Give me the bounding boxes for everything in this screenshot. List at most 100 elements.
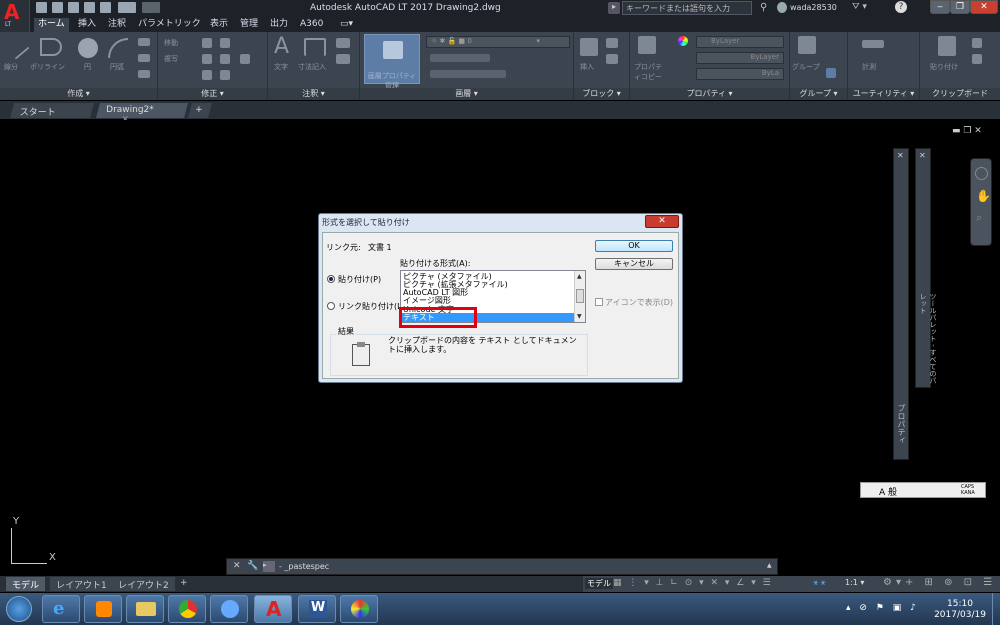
minimize-button[interactable]: ‒ (930, 0, 950, 14)
tab-a360[interactable]: A360 (296, 18, 327, 32)
tab-output[interactable]: 出力 (266, 18, 292, 32)
draw-more-icon[interactable] (138, 70, 150, 78)
user-name[interactable]: wada28530 (790, 3, 837, 12)
match-properties-icon[interactable] (638, 36, 656, 54)
palette-close-icon[interactable]: ✕ (897, 151, 904, 160)
tool-palette[interactable]: ✕ ツールパレット - すべてのパレット (915, 148, 937, 388)
scroll-up-icon[interactable]: ▲ (577, 273, 582, 280)
cancel-button[interactable]: キャンセル (595, 258, 673, 270)
navigation-bar[interactable]: ✋ ⌕ (970, 158, 992, 246)
paste-option-label[interactable]: 貼り付け(P) (338, 274, 381, 285)
display-as-icon-checkbox[interactable] (595, 298, 603, 306)
dimension-icon[interactable] (304, 38, 326, 56)
paste-icon[interactable] (938, 36, 956, 56)
viewport-controls[interactable]: ▬ ❐ ✕ (952, 126, 982, 136)
leader-icon[interactable] (336, 38, 350, 48)
restore-button[interactable]: ❐ (950, 0, 970, 14)
edit-block-icon[interactable] (606, 54, 618, 64)
tab-parametric[interactable]: パラメトリック (134, 18, 205, 32)
text-icon[interactable]: A (274, 34, 289, 59)
redo-icon[interactable] (142, 2, 160, 13)
show-desktop-button[interactable] (992, 593, 1000, 625)
panel-modify-title[interactable]: 修正 ▾ (158, 88, 267, 100)
panel-utilities-title[interactable]: ユーティリティ ▾ (848, 88, 919, 100)
tab-insert[interactable]: 挿入 (74, 18, 100, 32)
close-button[interactable]: ✕ (970, 0, 998, 14)
tab-layout1[interactable]: レイアウト1 (50, 577, 113, 591)
trim-icon[interactable] (220, 38, 230, 48)
paste-radio[interactable] (327, 275, 335, 283)
list-item[interactable]: イメージ図形 (403, 296, 575, 305)
tab-more-icon[interactable]: ▭▾ (336, 18, 357, 32)
circle-icon[interactable] (78, 38, 98, 58)
file-explorer-icon[interactable] (126, 595, 164, 623)
command-line[interactable]: ✕ 🔧 ▸ - _pastespec ▲ (226, 558, 778, 575)
arc-icon[interactable] (108, 38, 128, 58)
tab-drawing2[interactable]: Drawing2*✕ (95, 103, 189, 125)
tab-home[interactable]: ホーム (34, 18, 69, 32)
add-layout-button[interactable]: + (174, 577, 194, 591)
new-tab-button[interactable]: + (187, 103, 213, 118)
media-player-icon[interactable] (84, 595, 122, 623)
fillet-icon[interactable] (220, 54, 230, 64)
toolpalette-close-icon[interactable]: ✕ (919, 151, 926, 160)
measure-icon[interactable] (862, 40, 884, 48)
save-icon[interactable] (68, 2, 79, 13)
cmd-close-icon[interactable]: ✕ (233, 561, 241, 571)
layer-tools-row-2-icon[interactable] (430, 70, 506, 78)
scroll-down-icon[interactable]: ▼ (577, 313, 582, 320)
plot-icon[interactable] (100, 2, 111, 13)
color-dropdown[interactable]: ByLayer (696, 36, 784, 48)
hatch-icon[interactable] (138, 54, 150, 62)
word-icon[interactable]: W (298, 595, 336, 623)
search-expand-icon[interactable]: ▸ (608, 2, 620, 14)
chrome-icon[interactable] (168, 595, 206, 623)
internet-explorer-icon[interactable]: e (42, 595, 80, 623)
panel-draw-title[interactable]: 作成 ▾ (0, 88, 157, 100)
ok-button[interactable]: OK (595, 240, 673, 252)
panel-properties-title[interactable]: プロパティ ▾ (630, 88, 789, 100)
panel-clipboard-title[interactable]: クリップボード (920, 88, 1000, 100)
tab-start[interactable]: スタート (9, 103, 95, 118)
drafting-toggles[interactable]: ▦ ⋮ ▾ ⊥ ∟ ⊙ ▾ ✕ ▾ ∠ ▾ ☰ (613, 578, 773, 588)
paint-icon[interactable] (340, 595, 378, 623)
insert-block-icon[interactable] (580, 38, 598, 56)
lineweight-dropdown[interactable]: ByLa (696, 68, 784, 80)
move-label[interactable]: 移動 (164, 38, 178, 48)
cut-icon[interactable] (972, 38, 982, 48)
tab-layout2[interactable]: レイアウト2 (112, 577, 175, 591)
group-icon[interactable] (798, 36, 816, 54)
undo-icon[interactable] (118, 2, 136, 13)
table-icon[interactable] (336, 54, 350, 64)
status-tray-icons[interactable]: ⚙▾+ ⊞ ⊚ ⊡ ☰ (883, 577, 996, 588)
cmd-customize-icon[interactable]: 🔧 (247, 561, 258, 571)
open-file-icon[interactable] (52, 2, 63, 13)
tab-model[interactable]: モデル (6, 577, 46, 591)
ime-language-bar[interactable]: A 般 CAPS KANA (860, 482, 986, 498)
system-tray-icons[interactable]: ▴ ⊘ ⚑ ▣ ♪ (846, 603, 919, 613)
system-clock[interactable]: 15:10 2017/03/19 (930, 599, 990, 621)
scroll-thumb[interactable] (576, 289, 584, 303)
panel-block-title[interactable]: ブロック ▾ (574, 88, 629, 100)
copy-clip-icon[interactable] (972, 54, 982, 64)
scale-icon[interactable] (220, 70, 230, 80)
steering-wheel-icon[interactable] (975, 167, 988, 180)
panel-groups-title[interactable]: グループ ▾ (790, 88, 847, 100)
rectangle-icon[interactable] (138, 38, 150, 46)
thunderbird-icon[interactable] (210, 595, 248, 623)
application-menu-button[interactable]: A LT (0, 0, 30, 32)
layer-tools-row-1-icon[interactable] (430, 54, 490, 62)
binoculars-icon[interactable]: ⚲ (760, 2, 767, 13)
annotation-scale-dropdown[interactable]: 1:1 ▾ (845, 578, 864, 587)
stretch-icon[interactable] (202, 70, 212, 80)
layer-properties-button[interactable]: 画層プロパティ管理 (364, 34, 420, 90)
tab-annotate[interactable]: 注釈 (104, 18, 130, 32)
pan-icon[interactable]: ✋ (976, 189, 991, 203)
search-input[interactable]: キーワードまたは語句を入力 (622, 1, 752, 15)
line-icon[interactable] (4, 34, 30, 60)
linetype-dropdown[interactable]: ByLayer (696, 52, 784, 64)
tab-view[interactable]: 表示 (206, 18, 232, 32)
polyline-icon[interactable] (40, 38, 62, 56)
zoom-extents-icon[interactable]: ⌕ (976, 211, 982, 225)
create-block-icon[interactable] (606, 38, 618, 48)
